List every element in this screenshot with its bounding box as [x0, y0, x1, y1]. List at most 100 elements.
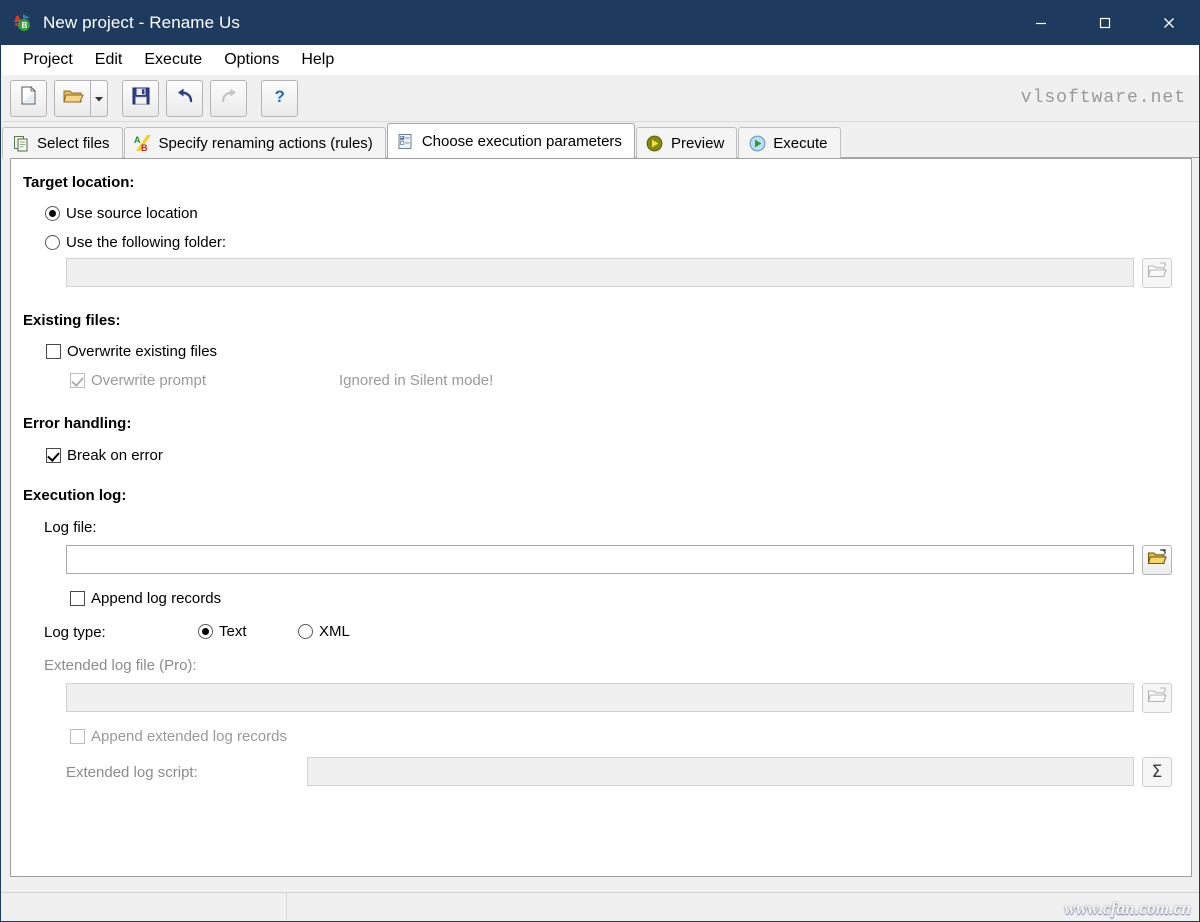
radio-label: XML [319, 623, 350, 640]
title-bar: A B New project - Rename Us [1, 1, 1199, 45]
radio-log-type-xml[interactable]: XML [298, 623, 350, 640]
help-question-icon: ? [270, 86, 290, 111]
target-location-heading: Target location: [23, 174, 135, 191]
checkbox-icon [46, 448, 61, 463]
tab-label: Choose execution parameters [421, 132, 622, 150]
checkbox-append-extended-log-records: Append extended log records [70, 728, 287, 745]
tab-label: Execute [773, 134, 828, 152]
checkbox-icon [70, 729, 85, 744]
tab-label: Preview [670, 134, 725, 152]
radio-log-type-text[interactable]: Text [198, 623, 247, 640]
tab-preview[interactable]: Preview [635, 127, 738, 158]
new-project-button[interactable] [10, 79, 47, 117]
svg-text:?: ? [274, 87, 284, 106]
extended-log-script-input[interactable] [307, 757, 1134, 786]
checklist-icon [397, 132, 415, 150]
extended-log-file-label: Extended log file (Pro): [44, 657, 197, 674]
close-button[interactable] [1137, 1, 1199, 45]
radio-icon [198, 624, 213, 639]
extended-log-file-browse-button[interactable] [1142, 683, 1172, 713]
copy-files-icon [12, 134, 30, 152]
toolbar: ? vlsoftware.net [2, 75, 1199, 122]
checkbox-break-on-error[interactable]: Break on error [46, 447, 163, 464]
extended-log-script-button[interactable]: Σ [1142, 757, 1172, 787]
tab-execute[interactable]: Execute [738, 127, 841, 158]
tab-select-files[interactable]: Select files [2, 127, 123, 158]
maximize-button[interactable] [1073, 1, 1137, 45]
brand-label: vlsoftware.net [1020, 88, 1186, 108]
undo-button[interactable] [166, 79, 203, 117]
folder-browse-icon [1147, 261, 1167, 285]
window-title: New project - Rename Us [43, 13, 240, 32]
folder-browse-icon [1147, 548, 1167, 572]
checkbox-overwrite-existing-files[interactable]: Overwrite existing files [46, 343, 217, 360]
extended-log-script-label: Extended log script: [66, 764, 198, 781]
execution-log-heading: Execution log: [23, 487, 127, 504]
menu-item-options[interactable]: Options [213, 48, 290, 72]
svg-text:A: A [134, 135, 141, 145]
menu-item-project[interactable]: Project [12, 48, 84, 72]
menu-bar: Project Edit Execute Options Help [2, 45, 1199, 75]
application-window: A B New project - Rename Us Project Edit… [0, 0, 1200, 922]
silent-mode-note: Ignored in Silent mode! [339, 372, 494, 389]
play-yellow-icon [646, 134, 664, 152]
menu-item-help[interactable]: Help [290, 48, 345, 72]
status-bar [2, 892, 1199, 920]
checkbox-label: Append log records [91, 590, 222, 607]
sigma-icon: Σ [1151, 761, 1163, 782]
open-project-dropdown-button[interactable] [90, 79, 108, 117]
tab-specify-renaming-actions[interactable]: A B Specify renaming actions (rules) [123, 127, 386, 158]
menu-item-edit[interactable]: Edit [84, 48, 134, 72]
log-file-browse-button[interactable] [1142, 545, 1172, 575]
radio-label: Use the following folder: [66, 234, 227, 251]
checkbox-icon [46, 344, 61, 359]
checkbox-label: Append extended log records [91, 728, 287, 745]
play-blue-icon [748, 134, 766, 152]
renameus-app-icon: A B [11, 12, 33, 34]
dropdown-arrow-icon [95, 89, 103, 107]
help-button[interactable]: ? [261, 79, 298, 117]
checkbox-append-log-records[interactable]: Append log records [70, 590, 221, 607]
log-type-label: Log type: [44, 624, 106, 641]
extended-log-file-input[interactable] [66, 683, 1134, 712]
folder-browse-icon [1147, 686, 1167, 710]
checkbox-label: Overwrite prompt [91, 372, 207, 389]
log-file-label: Log file: [44, 519, 97, 536]
minimize-button[interactable] [1009, 1, 1073, 45]
window-controls [1009, 1, 1199, 45]
tab-label: Select files [37, 134, 110, 152]
checkbox-overwrite-prompt: Overwrite prompt [70, 372, 206, 389]
checkbox-icon [70, 373, 85, 388]
log-file-input[interactable] [66, 545, 1134, 574]
status-cell-left [2, 893, 287, 920]
redo-button [210, 79, 247, 117]
radio-use-following-folder[interactable]: Use the following folder: [45, 234, 226, 251]
radio-label: Text [219, 623, 247, 640]
target-folder-browse-button[interactable] [1142, 258, 1172, 288]
new-document-icon [18, 85, 39, 111]
undo-icon [174, 87, 196, 110]
redo-icon [218, 87, 240, 110]
tab-strip: Select files A B Specify renaming action… [2, 122, 1199, 158]
save-floppy-icon [131, 86, 151, 111]
svg-text:B: B [141, 143, 148, 152]
radio-use-source-location[interactable]: Use source location [45, 205, 198, 222]
open-folder-icon [62, 86, 84, 111]
target-folder-input[interactable] [66, 258, 1134, 287]
ab-rename-icon: A B [134, 134, 152, 152]
error-handling-heading: Error handling: [23, 415, 132, 432]
checkbox-label: Break on error [67, 447, 163, 464]
menu-item-execute[interactable]: Execute [133, 48, 213, 72]
radio-icon [45, 235, 60, 250]
execution-parameters-panel: Target location: Use source location Use… [10, 158, 1192, 877]
tab-label: Specify renaming actions (rules) [158, 134, 373, 152]
open-project-button[interactable] [54, 79, 90, 117]
radio-icon [298, 624, 313, 639]
existing-files-heading: Existing files: [23, 312, 121, 329]
tab-choose-execution-parameters[interactable]: Choose execution parameters [386, 123, 635, 158]
status-cell-right [287, 893, 1199, 920]
checkbox-icon [70, 591, 85, 606]
radio-label: Use source location [66, 205, 198, 222]
checkbox-label: Overwrite existing files [67, 343, 218, 360]
save-project-button[interactable] [122, 79, 159, 117]
